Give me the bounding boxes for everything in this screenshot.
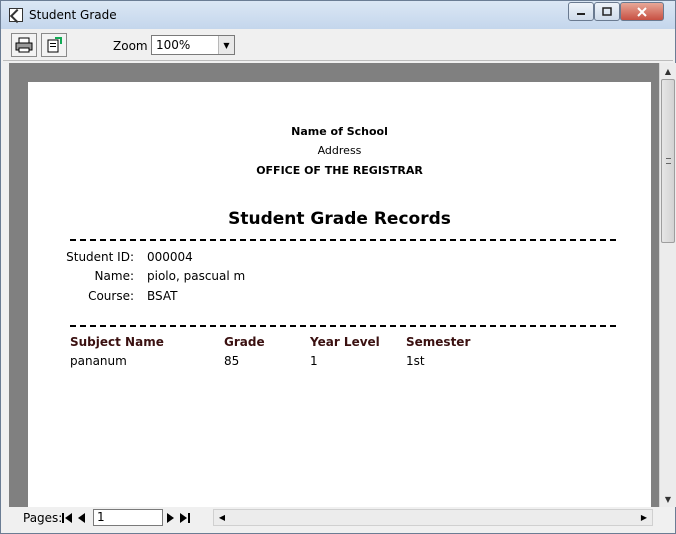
close-button[interactable] [620,2,664,21]
cell-year-level: 1 [310,354,318,368]
scroll-left-icon[interactable]: ◀ [214,510,230,525]
scroll-thumb[interactable] [661,79,675,243]
column-header-semester: Semester [406,335,471,349]
dropdown-arrow-icon[interactable]: ▼ [218,36,234,54]
name-value: piolo, pascual m [147,269,246,283]
school-address: Address [317,144,362,157]
column-header-year-level: Year Level [310,335,380,349]
report-viewer: Name of School Address OFFICE OF THE REG… [9,63,676,507]
cell-subject: pananum [70,354,127,368]
column-header-grade: Grade [224,335,265,349]
prev-page-icon[interactable] [75,511,87,525]
scroll-down-icon[interactable]: ▼ [660,491,676,507]
divider [70,325,616,327]
close-icon [637,6,647,17]
divider [70,239,616,241]
cell-grade: 85 [224,354,240,368]
export-icon [47,37,62,53]
maximize-icon [602,7,612,16]
maximize-button[interactable] [594,2,620,21]
vertical-scrollbar[interactable]: ▲ ▼ [659,63,676,507]
report-title: Student Grade Records [228,209,451,229]
export-button[interactable] [41,33,67,57]
name-label: Name: [94,269,134,283]
horizontal-scrollbar[interactable]: ◀ ▶ [213,509,653,526]
office-name: OFFICE OF THE REGISTRAR [256,164,423,177]
toolbar: Zoom 100% ▼ [3,29,673,61]
first-page-icon[interactable] [61,511,73,525]
report-page: Name of School Address OFFICE OF THE REG… [28,82,651,507]
scroll-right-icon[interactable]: ▶ [636,510,652,525]
title-bar[interactable]: Student Grade [1,1,675,29]
scroll-up-icon[interactable]: ▲ [660,63,676,79]
app-icon [9,8,23,22]
column-header-subject: Subject Name [70,335,164,349]
student-id-label: Student ID: [66,250,134,264]
course-value: BSAT [147,289,178,303]
pages-label: Pages: [23,511,63,525]
print-button[interactable] [11,33,37,57]
school-name: Name of School [291,125,388,138]
printer-icon [15,37,33,53]
student-id-value: 000004 [147,250,193,264]
zoom-label: Zoom [113,39,148,53]
next-page-icon[interactable] [165,511,177,525]
status-bar: Pages: 1 ◀ ▶ [3,507,673,529]
scroll-grip-icon [666,158,671,164]
course-label: Course: [88,289,134,303]
minimize-icon [577,12,585,15]
last-page-icon[interactable] [179,511,191,525]
zoom-select[interactable]: 100% ▼ [151,35,235,55]
zoom-value: 100% [156,38,191,52]
minimize-button[interactable] [568,2,594,21]
window-title: Student Grade [29,8,117,22]
page-number-input[interactable]: 1 [93,509,163,526]
report-window: Student Grade Zoom 100% ▼ Name of School… [0,0,676,534]
cell-semester: 1st [406,354,425,368]
